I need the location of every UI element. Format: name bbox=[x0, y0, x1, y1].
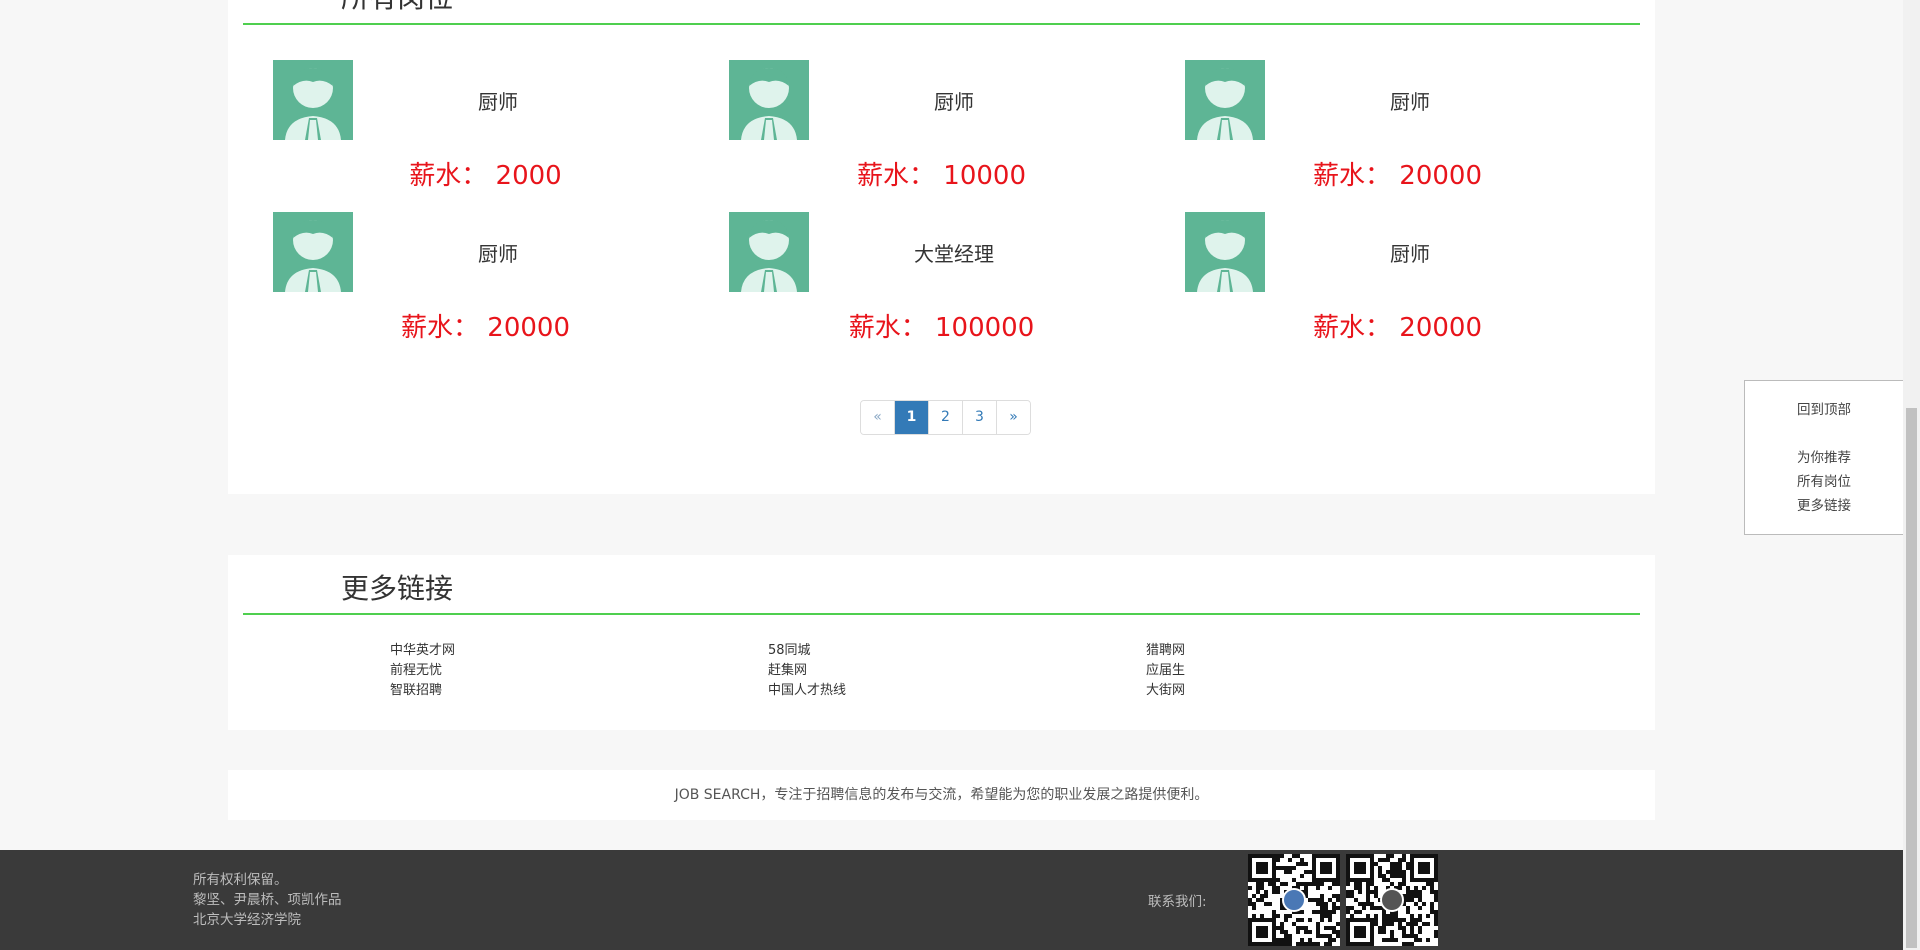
links-column-2: 58同城 赶集网 中国人才热线 bbox=[768, 641, 846, 701]
job-salary: 薪水： 20000 bbox=[1185, 307, 1610, 344]
job-card[interactable]: 厨师薪水： 10000 bbox=[729, 60, 1169, 200]
job-title[interactable]: 厨师 bbox=[353, 212, 643, 292]
salary-label: 薪水： bbox=[1313, 313, 1392, 343]
job-salary: 薪水： 2000 bbox=[273, 155, 698, 192]
person-avatar-icon bbox=[729, 212, 809, 292]
jobs-panel: 所有岗位 厨师薪水： 2000厨师薪水： 10000厨师薪水： 20000厨师薪… bbox=[228, 0, 1655, 494]
pagination-page-3[interactable]: 3 bbox=[962, 401, 996, 434]
job-card[interactable]: 厨师薪水： 20000 bbox=[1185, 60, 1625, 200]
section-divider bbox=[243, 613, 1640, 615]
salary-label: 薪水： bbox=[857, 161, 936, 191]
pagination-page-1[interactable]: 1 bbox=[894, 401, 928, 434]
salary-value: 10000 bbox=[943, 161, 1026, 191]
footer-credits: 所有权利保留。 黎坚、尹晨桥、项凯作品 北京大学经济学院 bbox=[193, 870, 342, 930]
job-card[interactable]: 厨师薪水： 20000 bbox=[1185, 212, 1625, 352]
slogan-panel: JOB SEARCH，专注于招聘信息的发布与交流，希望能为您的职业发展之路提供便… bbox=[228, 770, 1655, 820]
pagination-prev[interactable]: « bbox=[861, 401, 894, 434]
job-salary: 薪水： 20000 bbox=[1185, 155, 1610, 192]
pagination: « 1 2 3 » bbox=[860, 400, 1031, 435]
person-avatar-icon bbox=[1185, 60, 1265, 140]
salary-label: 薪水： bbox=[401, 313, 480, 343]
link-yingjiesheng[interactable]: 应届生 bbox=[1146, 661, 1185, 681]
link-ganji[interactable]: 赶集网 bbox=[768, 661, 846, 681]
job-title[interactable]: 厨师 bbox=[1265, 212, 1555, 292]
link-cjol[interactable]: 中国人才热线 bbox=[768, 681, 846, 701]
salary-value: 20000 bbox=[487, 313, 570, 343]
job-title[interactable]: 厨师 bbox=[353, 60, 643, 140]
links-column-3: 猎聘网 应届生 大街网 bbox=[1146, 641, 1185, 701]
job-card[interactable]: 厨师薪水： 20000 bbox=[273, 212, 713, 352]
section-title-all-jobs: 所有岗位 bbox=[341, 0, 453, 12]
job-salary: 薪水： 20000 bbox=[273, 307, 698, 344]
job-card[interactable]: 大堂经理薪水： 100000 bbox=[729, 212, 1169, 352]
footer: 所有权利保留。 黎坚、尹晨桥、项凯作品 北京大学经济学院 联系我们: bbox=[0, 850, 1920, 950]
qr-code-icon bbox=[1346, 854, 1438, 946]
person-avatar-icon bbox=[1185, 212, 1265, 292]
section-title-more-links: 更多链接 bbox=[341, 572, 454, 605]
job-card[interactable]: 厨师薪水： 2000 bbox=[273, 60, 713, 200]
scrollbar-thumb[interactable] bbox=[1906, 408, 1917, 948]
section-divider bbox=[243, 23, 1640, 25]
side-nav: 回到顶部 为你推荐 所有岗位 更多链接 bbox=[1744, 380, 1904, 535]
side-nav-all-jobs[interactable]: 所有岗位 bbox=[1797, 470, 1851, 494]
pagination-page-2[interactable]: 2 bbox=[928, 401, 962, 434]
salary-value: 2000 bbox=[495, 161, 562, 191]
job-title[interactable]: 厨师 bbox=[1265, 60, 1555, 140]
side-nav-more-links[interactable]: 更多链接 bbox=[1797, 494, 1851, 518]
salary-value: 20000 bbox=[1399, 161, 1482, 191]
salary-label: 薪水： bbox=[1313, 161, 1392, 191]
person-avatar-icon bbox=[273, 60, 353, 140]
link-58[interactable]: 58同城 bbox=[768, 641, 846, 661]
person-avatar-icon bbox=[729, 60, 809, 140]
job-title[interactable]: 大堂经理 bbox=[809, 212, 1099, 292]
salary-value: 100000 bbox=[935, 313, 1035, 343]
link-dajie[interactable]: 大街网 bbox=[1146, 681, 1185, 701]
footer-school: 北京大学经济学院 bbox=[193, 912, 301, 928]
footer-authors: 黎坚、尹晨桥、项凯作品 bbox=[193, 892, 342, 908]
side-nav-recommended[interactable]: 为你推荐 bbox=[1797, 446, 1851, 470]
link-zhaopin[interactable]: 智联招聘 bbox=[390, 681, 455, 701]
footer-rights: 所有权利保留。 bbox=[193, 872, 288, 888]
page-scrollbar[interactable] bbox=[1903, 0, 1920, 950]
job-title[interactable]: 厨师 bbox=[809, 60, 1099, 140]
links-column-1: 中华英才网 前程无忧 智联招聘 bbox=[390, 641, 455, 701]
pagination-next[interactable]: » bbox=[996, 401, 1030, 434]
contact-label: 联系我们: bbox=[1148, 894, 1207, 910]
side-nav-back-to-top[interactable]: 回到顶部 bbox=[1797, 398, 1851, 422]
qr-code-icon bbox=[1248, 854, 1340, 946]
salary-value: 20000 bbox=[1399, 313, 1482, 343]
link-liepin[interactable]: 猎聘网 bbox=[1146, 641, 1185, 661]
link-chinahr[interactable]: 中华英才网 bbox=[390, 641, 455, 661]
person-avatar-icon bbox=[273, 212, 353, 292]
job-salary: 薪水： 100000 bbox=[729, 307, 1154, 344]
link-51job[interactable]: 前程无忧 bbox=[390, 661, 455, 681]
links-panel: 更多链接 中华英才网 前程无忧 智联招聘 58同城 赶集网 中国人才热线 猎聘网… bbox=[228, 555, 1655, 730]
slogan-text: JOB SEARCH，专注于招聘信息的发布与交流，希望能为您的职业发展之路提供便… bbox=[674, 787, 1209, 803]
salary-label: 薪水： bbox=[409, 161, 488, 191]
job-salary: 薪水： 10000 bbox=[729, 155, 1154, 192]
salary-label: 薪水： bbox=[848, 313, 927, 343]
